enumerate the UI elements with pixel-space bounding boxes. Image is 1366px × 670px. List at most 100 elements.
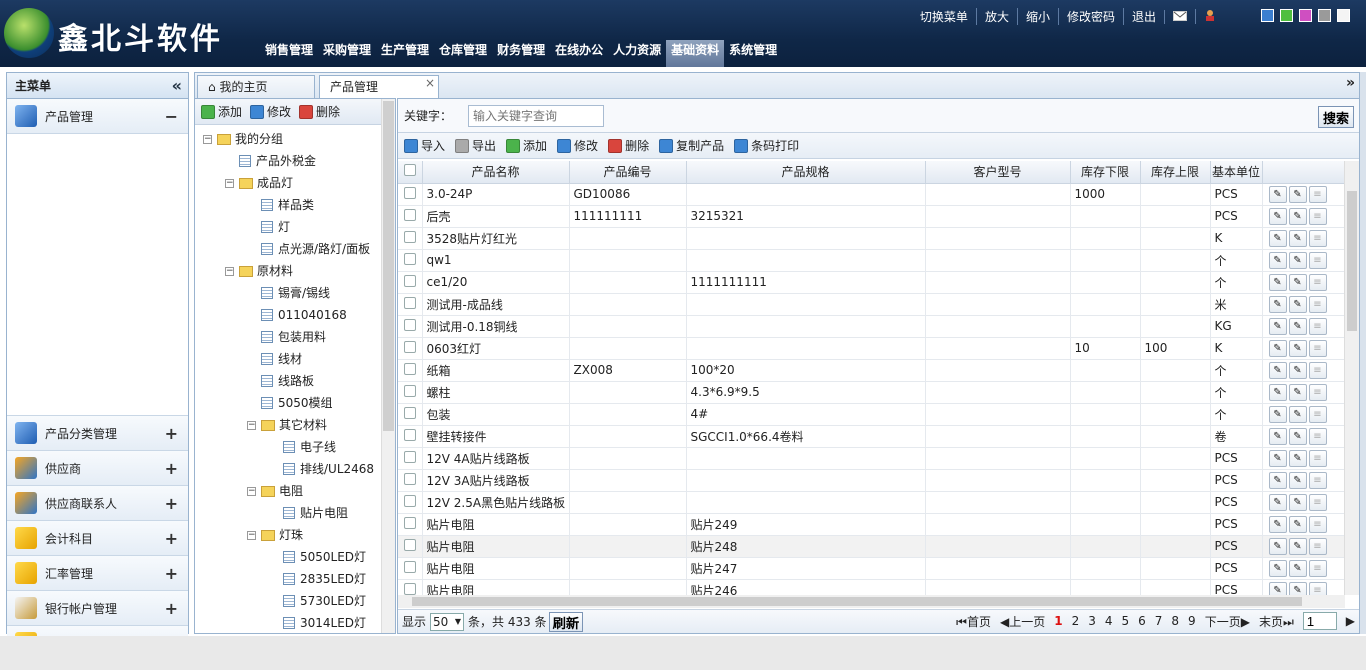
row-checkbox-cell[interactable] <box>398 469 423 492</box>
detail-doc-icon[interactable]: ≡ <box>1308 449 1327 467</box>
edit-pencil-icon[interactable]: ✎ <box>1268 361 1287 379</box>
user-icon[interactable] <box>1195 9 1224 24</box>
tree-node[interactable]: 产品外税金 <box>225 150 316 172</box>
row-checkbox-cell[interactable] <box>398 337 423 360</box>
table-row[interactable]: 贴片电阻 贴片247 PCS ✎ ✎ ≡ <box>398 557 1345 580</box>
tree-expander-icon[interactable]: − <box>247 486 256 496</box>
page-number-link[interactable]: 9 <box>1188 614 1196 628</box>
table-row[interactable]: 测试用-0.18铜线 KG ✎ ✎ ≡ <box>398 315 1345 338</box>
page-number-link[interactable]: 5 <box>1121 614 1129 628</box>
detail-doc-icon[interactable]: ≡ <box>1308 493 1327 511</box>
theme-swatch[interactable] <box>1337 9 1350 22</box>
row-checkbox[interactable] <box>403 230 416 243</box>
import-button[interactable]: 导入 <box>404 137 445 154</box>
tree-node[interactable]: − 原材料 <box>225 260 293 282</box>
search-button[interactable]: 搜索 <box>1317 106 1354 128</box>
table-row[interactable]: ce1/20 1111111111 个 ✎ ✎ ≡ <box>398 271 1345 294</box>
change-password-link[interactable]: 修改密码 <box>1057 8 1123 25</box>
tab-overflow-icon[interactable]: » <box>1346 75 1355 91</box>
theme-swatch[interactable] <box>1280 9 1293 22</box>
row-checkbox[interactable] <box>403 384 416 397</box>
table-row[interactable]: 纸箱 ZX008 100*20 个 ✎ ✎ ≡ <box>398 359 1345 382</box>
tree-node[interactable]: 5050模组 <box>247 392 333 414</box>
detail-doc-icon[interactable]: ≡ <box>1308 185 1327 203</box>
row-checkbox-cell[interactable] <box>398 535 423 558</box>
edit-pencil-icon[interactable]: ✎ <box>1268 273 1287 291</box>
row-checkbox-cell[interactable] <box>398 183 423 206</box>
row-checkbox[interactable] <box>403 208 416 221</box>
detail-doc-icon[interactable]: ≡ <box>1308 537 1327 555</box>
select-all-checkbox-cell[interactable] <box>398 161 423 184</box>
row-checkbox-cell[interactable] <box>398 249 423 272</box>
table-row[interactable]: 贴片电阻 贴片249 PCS ✎ ✎ ≡ <box>398 513 1345 536</box>
edit-pencil-icon[interactable]: ✎ <box>1268 405 1287 423</box>
row-checkbox-cell[interactable] <box>398 205 423 228</box>
grid-vscroll-thumb[interactable] <box>1347 191 1357 331</box>
row-checkbox-cell[interactable] <box>398 491 423 514</box>
tree-node[interactable]: 线路板 <box>247 370 314 392</box>
detail-doc-icon[interactable]: ≡ <box>1308 471 1327 489</box>
nav-item[interactable]: 财务管理 <box>492 40 550 67</box>
nav-item[interactable]: 在线办公 <box>550 40 608 67</box>
row-checkbox[interactable] <box>403 340 416 353</box>
edit-pencil-icon[interactable]: ✎ <box>1268 251 1287 269</box>
tree-node[interactable]: 011040168 <box>247 304 347 326</box>
row-checkbox-cell[interactable] <box>398 271 423 294</box>
edit-detail-icon[interactable]: ✎ <box>1288 383 1307 401</box>
grid-horizontal-scrollbar[interactable] <box>398 595 1345 608</box>
table-row[interactable]: 贴片电阻 贴片246 PCS ✎ ✎ ≡ <box>398 579 1345 595</box>
tree-node[interactable]: 点光源/路灯/面板 <box>247 238 370 260</box>
page-number-link[interactable]: 6 <box>1138 614 1146 628</box>
first-page-link[interactable]: ⏮首页 <box>956 613 991 630</box>
grid-hscroll-thumb[interactable] <box>412 597 1302 606</box>
page-number-link[interactable]: 4 <box>1105 614 1113 628</box>
detail-doc-icon[interactable]: ≡ <box>1308 317 1327 335</box>
tree-expander-icon[interactable]: − <box>225 266 234 276</box>
edit-pencil-icon[interactable]: ✎ <box>1268 559 1287 577</box>
row-checkbox[interactable] <box>403 186 416 199</box>
row-checkbox-cell[interactable] <box>398 425 423 448</box>
edit-pencil-icon[interactable]: ✎ <box>1268 339 1287 357</box>
row-checkbox-cell[interactable] <box>398 513 423 536</box>
row-checkbox[interactable] <box>403 318 416 331</box>
row-checkbox-cell[interactable] <box>398 403 423 426</box>
edit-detail-icon[interactable]: ✎ <box>1288 493 1307 511</box>
edit-detail-icon[interactable]: ✎ <box>1288 427 1307 445</box>
row-checkbox[interactable] <box>403 406 416 419</box>
detail-doc-icon[interactable]: ≡ <box>1308 361 1327 379</box>
tree-node[interactable]: 包装用料 <box>247 326 326 348</box>
table-row[interactable]: qw1 个 ✎ ✎ ≡ <box>398 249 1345 272</box>
edit-detail-icon[interactable]: ✎ <box>1288 295 1307 313</box>
edit-detail-icon[interactable]: ✎ <box>1288 515 1307 533</box>
edit-pencil-icon[interactable]: ✎ <box>1268 581 1287 595</box>
row-checkbox-cell[interactable] <box>398 315 423 338</box>
row-checkbox[interactable] <box>403 494 416 507</box>
detail-doc-icon[interactable]: ≡ <box>1308 229 1327 247</box>
edit-pencil-icon[interactable]: ✎ <box>1268 317 1287 335</box>
tab-home[interactable]: ⌂ 我的主页 <box>197 75 315 99</box>
edit-detail-icon[interactable]: ✎ <box>1288 317 1307 335</box>
search-input[interactable] <box>468 104 605 127</box>
tree-node[interactable]: 3014LED灯 <box>269 612 366 633</box>
detail-doc-icon[interactable]: ≡ <box>1308 339 1327 357</box>
tree-node[interactable]: − 成品灯 <box>225 172 293 194</box>
prev-page-link[interactable]: ◀上一页 <box>1000 613 1045 630</box>
edit-detail-icon[interactable]: ✎ <box>1288 273 1307 291</box>
edit-pencil-icon[interactable]: ✎ <box>1268 185 1287 203</box>
edit-detail-icon[interactable]: ✎ <box>1288 339 1307 357</box>
edit-detail-icon[interactable]: ✎ <box>1288 361 1307 379</box>
table-row[interactable]: 12V 3A贴片线路板 PCS ✎ ✎ ≡ <box>398 469 1345 492</box>
row-checkbox[interactable] <box>403 296 416 309</box>
accordion-item[interactable]: 供应商联系人 + <box>7 486 188 521</box>
accordion-item[interactable]: 会计科目 + <box>7 521 188 556</box>
edit-detail-icon[interactable]: ✎ <box>1288 471 1307 489</box>
row-checkbox-cell[interactable] <box>398 359 423 382</box>
copy-product-button[interactable]: 复制产品 <box>659 137 724 154</box>
table-row[interactable]: 测试用-成品线米 ✎ ✎ ≡ <box>398 293 1345 316</box>
row-checkbox[interactable] <box>403 472 416 485</box>
edit-detail-icon[interactable]: ✎ <box>1288 537 1307 555</box>
edit-pencil-icon[interactable]: ✎ <box>1268 295 1287 313</box>
edit-pencil-icon[interactable]: ✎ <box>1268 537 1287 555</box>
edit-detail-icon[interactable]: ✎ <box>1288 559 1307 577</box>
page-number-link[interactable]: 8 <box>1171 614 1179 628</box>
